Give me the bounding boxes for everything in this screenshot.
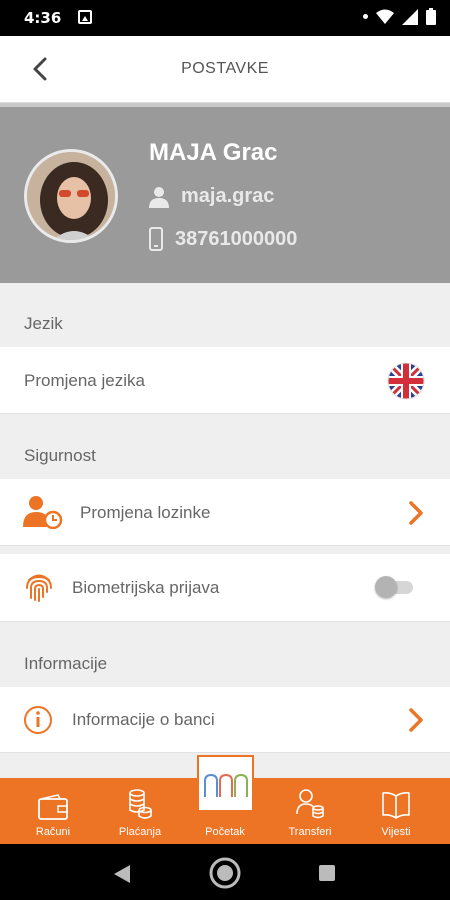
profile-card: MAJA Grac maja.grac 38761000000 [0, 103, 450, 283]
nav-item-label: Plaćanja [118, 826, 162, 838]
biometric-row: Biometrijska prijava [0, 554, 450, 622]
status-time: 4:36 [24, 9, 62, 27]
home-circle-icon[interactable] [208, 856, 242, 890]
home-logo-button[interactable] [197, 755, 254, 810]
transfer-user-icon [296, 789, 324, 819]
user-icon [149, 186, 169, 208]
biometric-label: Biometrijska prijava [72, 578, 220, 597]
avatar[interactable] [24, 149, 118, 243]
bank-info-label: Informacije o banci [72, 710, 215, 729]
change-password-label: Promjena lozinke [80, 503, 211, 522]
nav-item-accounts[interactable]: Računi [8, 784, 98, 838]
battery-icon [426, 8, 436, 25]
image-notification-icon [78, 10, 92, 24]
uk-flag-icon[interactable] [387, 362, 425, 400]
profile-name: MAJA Grac [149, 139, 278, 166]
status-bar: 4:36 [0, 0, 450, 36]
chevron-right-icon [409, 708, 423, 732]
profile-username-row: maja.grac [149, 185, 274, 208]
bank-info-row[interactable]: Informacije o banci [0, 687, 450, 753]
nav-item-transfers[interactable]: Transferi [265, 784, 355, 838]
avatar-photo [27, 152, 115, 240]
recents-square-icon[interactable] [318, 864, 336, 882]
page-title: POSTAVKE [181, 60, 269, 77]
fingerprint-icon [26, 574, 52, 602]
section-label-language: Jezik [24, 314, 63, 333]
system-navigation-bar [0, 844, 450, 900]
notification-dot-icon [363, 14, 368, 19]
language-row-label: Promjena jezika [24, 371, 145, 390]
info-icon [24, 706, 52, 734]
phone-icon [149, 227, 163, 251]
coins-icon [129, 789, 152, 819]
wallet-icon [38, 794, 68, 820]
book-icon [382, 792, 410, 819]
chevron-right-icon [409, 501, 423, 525]
profile-phone-row: 38761000000 [149, 227, 297, 251]
nav-item-label: Transferi [288, 826, 332, 838]
home-logo-icon [204, 773, 248, 797]
user-clock-icon [23, 496, 63, 529]
language-row[interactable]: Promjena jezika [0, 347, 450, 414]
back-triangle-icon[interactable] [113, 864, 131, 884]
section-label-security: Sigurnost [24, 446, 96, 465]
nav-item-label: Vijesti [381, 826, 411, 838]
nav-item-payments[interactable]: Plaćanja [95, 784, 185, 838]
nav-item-label: Računi [35, 826, 71, 838]
profile-username: maja.grac [181, 185, 275, 207]
signal-icon [402, 8, 418, 25]
section-label-information: Informacije [24, 654, 108, 673]
app-header: POSTAVKE [0, 36, 450, 103]
biometric-toggle[interactable] [375, 576, 413, 598]
profile-phone: 38761000000 [175, 227, 298, 250]
nav-item-label: Početak [205, 826, 245, 838]
change-password-row[interactable]: Promjena lozinke [0, 479, 450, 546]
status-icons [363, 8, 436, 25]
nav-item-news[interactable]: Vijesti [351, 784, 441, 838]
wifi-icon [376, 9, 394, 24]
